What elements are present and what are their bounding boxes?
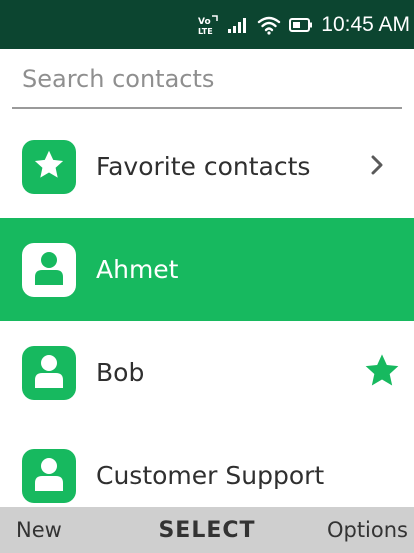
battery-icon bbox=[289, 17, 313, 33]
list-item-label: Favorite contacts bbox=[96, 152, 311, 181]
signal-icon bbox=[227, 16, 249, 34]
contact-avatar bbox=[22, 242, 76, 297]
svg-text:Vo: Vo bbox=[198, 17, 211, 27]
contact-avatar bbox=[22, 448, 76, 503]
volte-icon: Vo LTE bbox=[197, 14, 219, 36]
list-item-label: Customer Support bbox=[96, 461, 325, 490]
person-icon bbox=[32, 249, 66, 291]
favorites-avatar bbox=[22, 139, 76, 194]
contact-list: Favorite contacts Ahmet Bob Customer Sup… bbox=[0, 115, 414, 527]
search-input[interactable] bbox=[22, 61, 392, 97]
person-icon bbox=[32, 455, 66, 497]
search-bar[interactable] bbox=[12, 49, 402, 109]
star-icon bbox=[31, 147, 67, 187]
status-time: 10:45 AM bbox=[321, 12, 410, 36]
list-item-label: Ahmet bbox=[96, 255, 179, 284]
chevron-right-icon bbox=[370, 154, 384, 180]
wifi-icon bbox=[257, 15, 281, 35]
list-item-favorite-contacts[interactable]: Favorite contacts bbox=[0, 115, 414, 218]
svg-text:LTE: LTE bbox=[198, 27, 213, 36]
person-icon bbox=[32, 352, 66, 394]
list-item-label: Bob bbox=[96, 358, 145, 387]
list-item-ahmet[interactable]: Ahmet bbox=[0, 218, 414, 321]
contact-avatar bbox=[22, 345, 76, 400]
favorite-star-icon bbox=[362, 351, 402, 395]
list-item-bob[interactable]: Bob bbox=[0, 321, 414, 424]
status-icons: Vo LTE bbox=[197, 14, 313, 36]
softkey-options[interactable]: Options bbox=[327, 518, 408, 542]
status-bar: Vo LTE 10:45 AM bbox=[0, 0, 414, 49]
softkey-bar: New SELECT Options bbox=[0, 507, 414, 553]
